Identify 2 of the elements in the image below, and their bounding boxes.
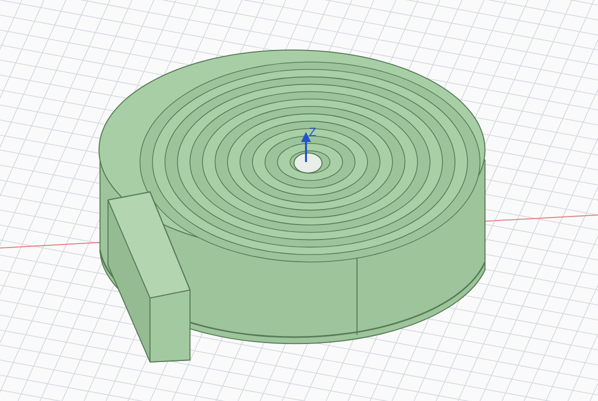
axis-label: Z [309,125,316,139]
z-axis-arrow [301,132,311,162]
